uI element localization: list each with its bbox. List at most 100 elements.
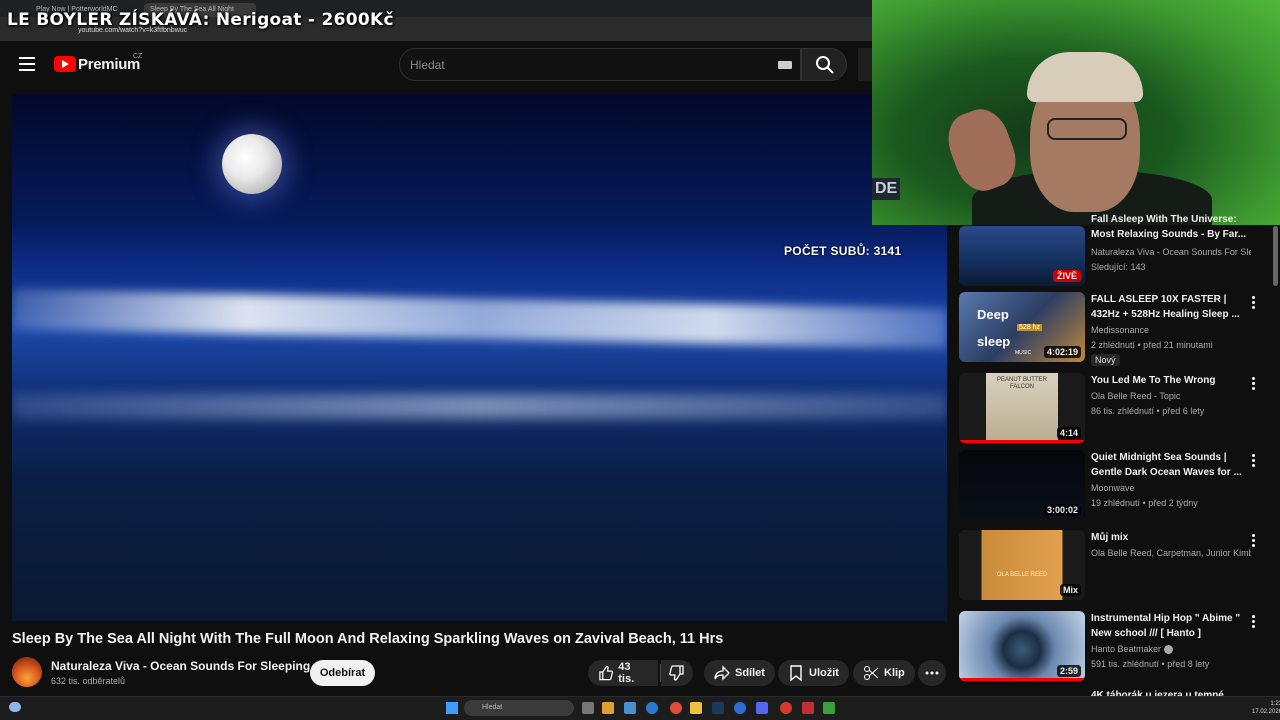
video-meta: 2 zhlédnutí • před 21 minutami [1091,340,1213,350]
region-code: CZ [133,53,143,60]
list-item[interactable]: PEANUT BUTTER FALCON 4:14 You Led Me To … [959,373,1271,447]
more-vertical-icon[interactable] [1252,534,1256,548]
share-icon [714,665,730,681]
video-thumbnail[interactable]: 3:00:02 [959,450,1085,520]
store-icon[interactable] [624,702,636,714]
sidebar-scrollbar[interactable] [1273,226,1278,286]
subscriber-overlay: POČET SUBŮ: 3141 [784,244,902,258]
like-button[interactable]: 43 tis. [588,660,658,686]
youtube-logo-icon[interactable] [54,56,76,72]
video-title[interactable]: Quiet Midnight Sea Sounds | Gentle Dark … [1091,450,1251,480]
list-item[interactable]: 2:59 Instrumental Hip Hop " Abime " New … [959,611,1271,685]
playlist-artists: Ola Belle Reed, Carpetman, Junior Kimbr.… [1091,548,1251,558]
clip-button[interactable]: Klip [853,660,915,686]
widgets-icon[interactable] [602,702,614,714]
clip-label: Klip [884,667,905,679]
scissors-icon [864,666,879,680]
channel-name[interactable]: Moonwave [1091,483,1251,493]
video-meta: 591 tis. zhlédnutí • před 8 lety [1091,659,1210,669]
channel-name[interactable]: Hanto Beatmaker [1091,644,1251,655]
video-title[interactable]: You Led Me To The Wrong [1091,373,1251,388]
video-thumbnail[interactable]: PEANUT BUTTER FALCON 4:14 [959,373,1085,443]
list-item[interactable]: 4K táborák u jezera u tempé... [959,688,1271,696]
explorer-icon[interactable] [690,702,702,714]
steam-icon[interactable] [712,702,724,714]
thumb-text: OLA BELLE REED [996,572,1048,578]
menu-icon[interactable] [19,57,35,71]
thumb-text: MUSIC [1015,350,1032,356]
edge-icon[interactable] [646,702,658,714]
taskbar-clock[interactable]: 1:23 17.02.2026 [1252,700,1280,716]
windows-taskbar [0,696,1280,720]
thumb-text: Deep [977,307,1009,322]
search-icon [816,56,834,74]
taskbar-search[interactable]: Hledat [464,700,574,716]
list-item[interactable]: ŽIVĚ Fall Asleep With The Universe: Most… [959,212,1271,288]
video-player[interactable] [12,94,947,621]
dislike-button[interactable] [661,660,693,686]
verified-icon [1163,645,1173,655]
album-cover: PEANUT BUTTER FALCON [986,373,1058,443]
search-button[interactable] [801,48,847,81]
save-button[interactable]: Uložit [778,660,849,686]
save-label: Uložit [809,667,839,679]
wave [12,289,947,349]
duration-badge: 4:02:19 [1043,346,1081,358]
clock-date: 17.02.2026 [1252,709,1280,715]
video-thumbnail[interactable]: ŽIVĚ [959,226,1085,286]
webcam-overlay: DE [872,0,1280,225]
search-input[interactable] [399,48,801,81]
thumbs-up-icon [599,665,614,681]
channel-name[interactable]: Ola Belle Reed - Topic [1091,391,1251,401]
chrome-icon[interactable] [670,702,682,714]
moon [222,134,282,194]
streamer-glasses [1047,118,1127,140]
more-vertical-icon[interactable] [1252,454,1256,468]
share-button[interactable]: Sdílet [704,660,775,686]
channel-avatar[interactable] [12,657,42,687]
video-title[interactable]: 4K táborák u jezera u tempé... [1091,688,1251,696]
more-vertical-icon[interactable] [1252,377,1256,391]
minecraft-icon[interactable] [823,702,835,714]
windows-start-icon[interactable] [446,702,458,714]
video-title[interactable]: FALL ASLEEP 10X FASTER | 432Hz + 528Hz H… [1091,292,1251,322]
playlist-title[interactable]: Můj mix [1091,530,1251,545]
more-vertical-icon[interactable] [1252,615,1256,629]
discord-icon[interactable] [756,702,768,714]
more-horizontal-icon [925,671,939,675]
more-vertical-icon[interactable] [1252,296,1256,310]
video-thumbnail[interactable]: Deep 528 hz sleep MUSIC 4:02:19 [959,292,1085,362]
app-icon[interactable] [802,702,814,714]
thumb-text: 528 hz [1017,324,1043,331]
channel-name[interactable]: Naturaleza Viva - Ocean Sounds For Slee.… [1091,247,1251,257]
list-item[interactable]: 3:00:02 Quiet Midnight Sea Sounds | Gent… [959,450,1271,524]
cam-overlay-text: DE [872,178,901,200]
thumb-text: FALCON [1009,384,1034,390]
channel-name-text: Hanto Beatmaker [1091,644,1162,654]
thumb-text: PEANUT BUTTER [997,377,1047,383]
video-title[interactable]: Instrumental Hip Hop " Abime " New schoo… [1091,611,1251,641]
subscribe-button[interactable]: Odebírat [310,660,375,686]
video-thumbnail[interactable]: OLA BELLE REED Mix [959,530,1085,600]
mix-badge: Mix [1059,584,1081,596]
video-title: Sleep By The Sea All Night With The Full… [12,631,724,647]
channel-name[interactable]: Naturaleza Viva - Ocean Sounds For Sleep… [51,659,310,673]
live-badge: ŽIVĚ [1052,270,1081,282]
video-meta: Sledující: 143 [1091,262,1146,272]
new-badge: Nový [1091,354,1120,366]
video-title[interactable]: Fall Asleep With The Universe: Most Rela… [1091,212,1251,242]
app-icon[interactable] [780,702,792,714]
keyboard-icon[interactable] [778,61,792,69]
streamer-cap [1027,52,1143,102]
logo-text[interactable]: Premium [78,56,140,73]
app-icon[interactable] [734,702,746,714]
video-thumbnail[interactable]: 2:59 [959,611,1085,681]
bookmark-icon [790,665,802,681]
more-actions-button[interactable] [918,660,946,686]
list-item[interactable]: OLA BELLE REED Mix Můj mix Ola Belle Ree… [959,530,1271,604]
channel-name[interactable]: Medissonance [1091,325,1251,335]
task-view-icon[interactable] [582,702,594,714]
stream-overlay-title: LE BOYLER ZÍSKÁVÁ: Nerigoat - 2600Kč [7,10,394,30]
list-item[interactable]: Deep 528 hz sleep MUSIC 4:02:19 FALL ASL… [959,292,1271,372]
weather-icon[interactable] [9,702,21,712]
